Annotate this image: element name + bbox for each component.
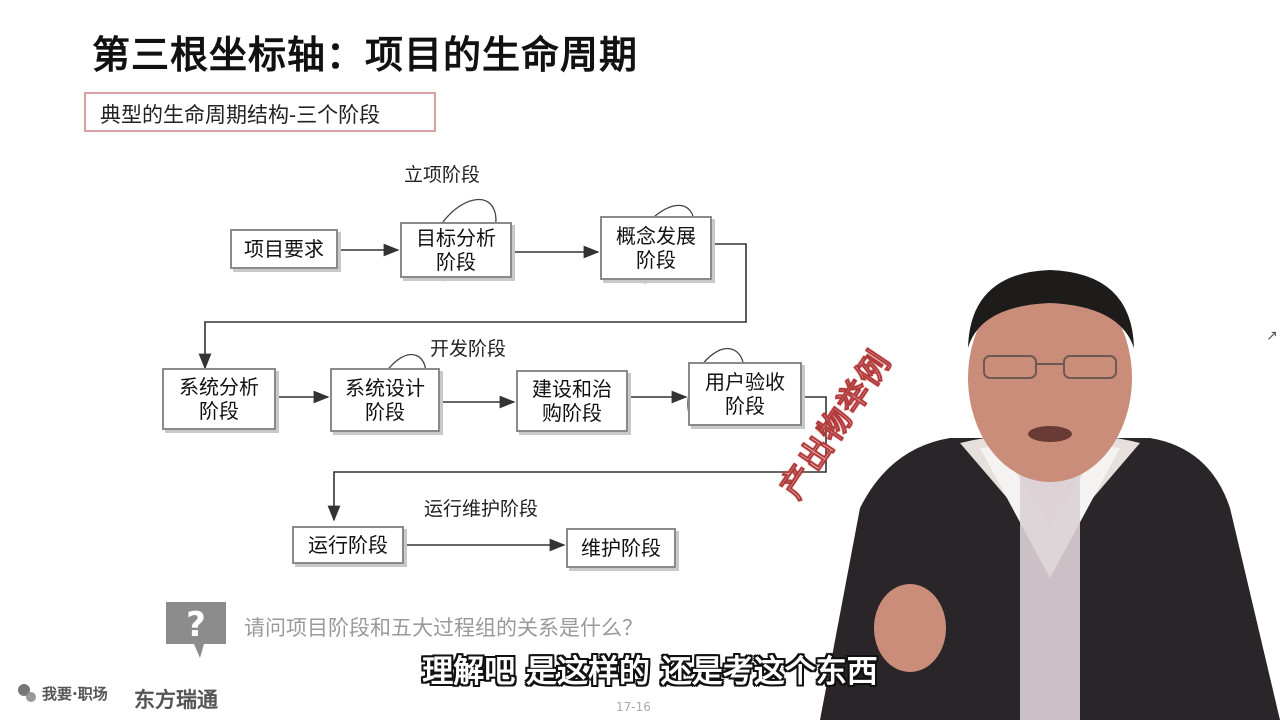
box-label: 阶段 bbox=[365, 400, 405, 424]
phase-label-initiation: 立项阶段 bbox=[404, 164, 481, 186]
phase-label-development: 开发阶段 bbox=[430, 338, 507, 360]
box-system-design: 系统设计 阶段 bbox=[330, 368, 440, 432]
box-concept-development: 概念发展 阶段 bbox=[600, 216, 712, 280]
box-goal-analysis: 目标分析 阶段 bbox=[400, 222, 512, 278]
box-label: 购阶段 bbox=[542, 401, 602, 425]
box-operation: 运行阶段 bbox=[292, 526, 404, 564]
box-label: 项目要求 bbox=[244, 237, 324, 261]
box-system-analysis: 系统分析 阶段 bbox=[162, 368, 276, 430]
svg-text:?: ? bbox=[186, 605, 206, 645]
box-label: 建设和治 bbox=[532, 377, 612, 401]
logo-left-text: 我要·职场 bbox=[42, 684, 108, 703]
box-label: 目标分析 bbox=[416, 226, 496, 250]
box-build-procure: 建设和治 购阶段 bbox=[516, 370, 628, 432]
box-label: 维护阶段 bbox=[581, 536, 661, 560]
box-label: 系统设计 bbox=[345, 376, 425, 400]
question-text: 请问项目阶段和五大过程组的关系是什么？ bbox=[244, 616, 643, 640]
logo-right: 东方瑞通 bbox=[134, 688, 218, 712]
box-label: 运行阶段 bbox=[308, 533, 388, 557]
logo-mark-icon bbox=[18, 684, 36, 702]
phase-label-operation: 运行维护阶段 bbox=[424, 498, 539, 520]
box-label: 阶段 bbox=[436, 250, 476, 274]
box-label: 系统分析 bbox=[179, 375, 259, 399]
question-mark-icon: ? bbox=[166, 602, 226, 658]
page-number: 17-16 bbox=[616, 700, 651, 714]
box-user-acceptance: 用户验收 阶段 bbox=[688, 362, 802, 426]
box-label: 阶段 bbox=[636, 248, 676, 272]
box-label: 用户验收 bbox=[705, 370, 785, 394]
box-label: 阶段 bbox=[725, 394, 765, 418]
box-project-requirements: 项目要求 bbox=[230, 229, 338, 269]
video-caption: 理解吧 是这样的 还是考这个东西 bbox=[422, 654, 878, 690]
logo-left: 我要·职场 bbox=[16, 682, 108, 704]
box-label: 阶段 bbox=[199, 399, 239, 423]
box-label: 概念发展 bbox=[616, 224, 696, 248]
box-maintenance: 维护阶段 bbox=[566, 528, 676, 568]
edge-marker: ↗ bbox=[1266, 328, 1278, 344]
